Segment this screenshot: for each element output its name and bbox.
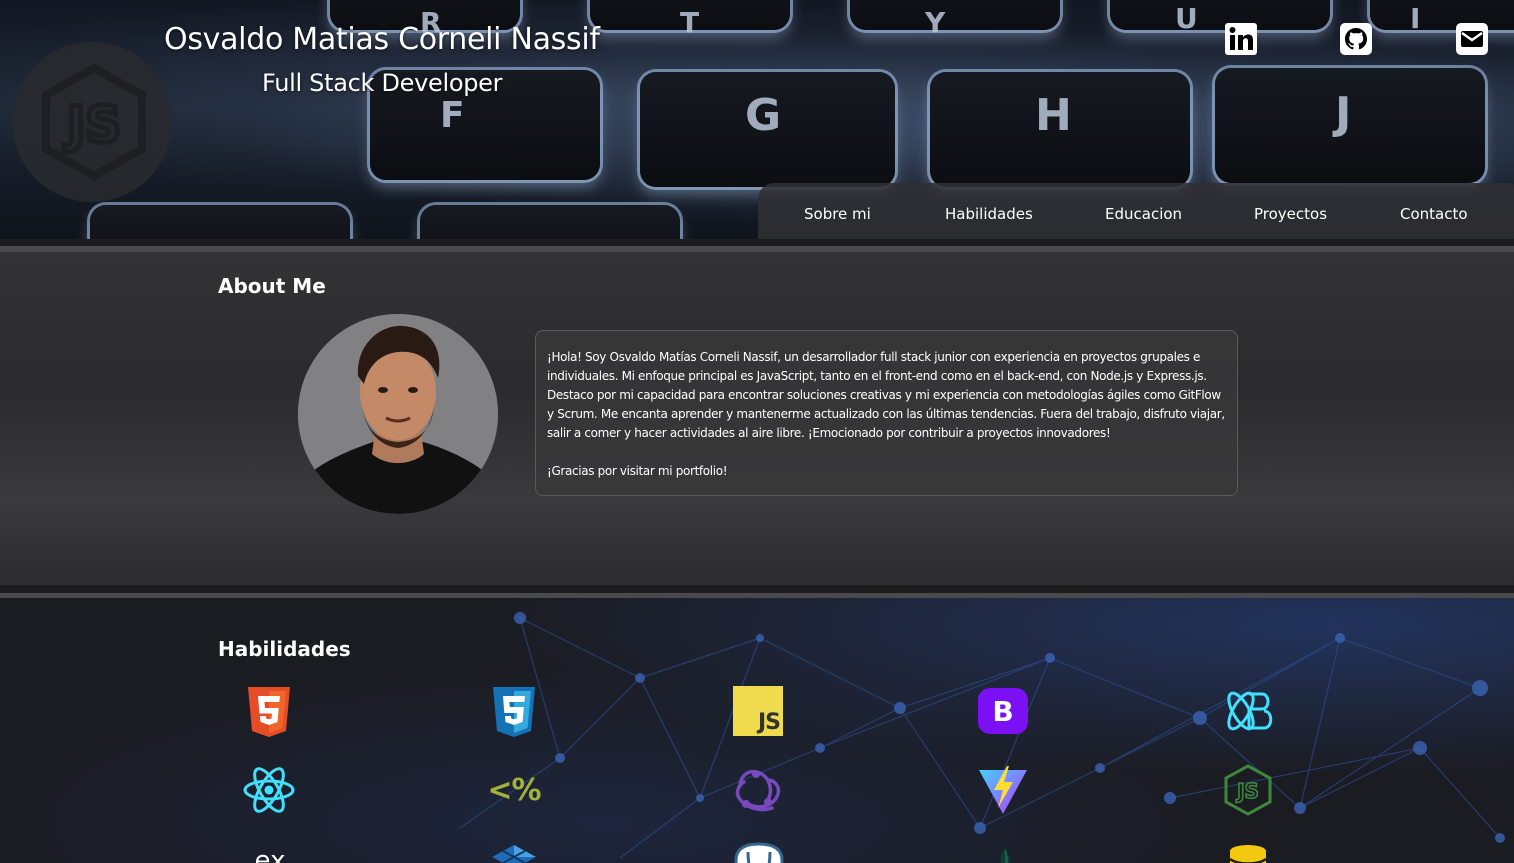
about-thanks: ¡Gracias por visitar mi portfolio!	[547, 464, 728, 478]
email-link[interactable]	[1455, 22, 1489, 56]
nav-item-educacion[interactable]: Educacion	[1105, 205, 1182, 223]
nav-item-contacto[interactable]: Contacto	[1400, 205, 1468, 223]
keyboard-key	[1110, 0, 1330, 30]
nodejs-logo-icon: JS	[42, 64, 146, 180]
key-letter: F	[440, 95, 465, 136]
react-bootstrap-icon	[1219, 684, 1277, 738]
css3-icon	[489, 686, 539, 738]
key-letter: I	[1410, 2, 1421, 35]
github-link[interactable]	[1339, 22, 1373, 56]
key-letter: G	[745, 90, 782, 141]
key-letter: U	[1175, 2, 1198, 35]
bootstrap-label: B	[992, 694, 1014, 728]
vite-icon	[977, 764, 1029, 816]
keyboard-key	[1370, 0, 1514, 30]
postgresql-icon	[730, 842, 788, 863]
keyboard-key	[90, 205, 350, 239]
keyboard-key	[850, 0, 1060, 30]
nodejs-icon: JS	[1222, 764, 1274, 816]
html5-icon	[244, 686, 294, 738]
keyboard-key	[420, 205, 680, 239]
express-icon: ex	[240, 848, 300, 863]
ejs-label: <%	[487, 772, 541, 808]
about-paragraph: ¡Hola! Soy Osvaldo Matías Corneli Nassif…	[547, 350, 1225, 440]
database-icon	[1228, 844, 1268, 863]
react-icon	[242, 765, 296, 815]
nav-item-sobre-mi[interactable]: Sobre mi	[804, 205, 871, 223]
about-description-box: ¡Hola! Soy Osvaldo Matías Corneli Nassif…	[535, 330, 1238, 496]
linkedin-icon	[1225, 23, 1257, 55]
ejs-icon: <%	[486, 770, 542, 810]
email-icon	[1456, 23, 1488, 55]
express-label: ex	[254, 848, 286, 863]
nav-item-habilidades[interactable]: Habilidades	[945, 205, 1033, 223]
github-icon	[1340, 23, 1372, 55]
mongodb-icon	[995, 846, 1015, 863]
sequelize-icon	[488, 843, 540, 863]
about-title: About Me	[218, 274, 326, 298]
nav-item-proyectos[interactable]: Proyectos	[1254, 205, 1327, 223]
header-banner: R T Y U I F G H J JS Osvaldo Matias Corn…	[0, 0, 1514, 239]
bootstrap-icon: B	[974, 686, 1032, 736]
javascript-label: JS	[757, 710, 781, 735]
key-letter: J	[1335, 88, 1352, 139]
svg-text:JS: JS	[1235, 779, 1259, 803]
profile-photo-image	[298, 314, 498, 514]
linkedin-link[interactable]	[1224, 22, 1258, 56]
svg-text:JS: JS	[64, 96, 122, 154]
skills-title: Habilidades	[218, 637, 351, 661]
site-owner-role: Full Stack Developer	[262, 69, 503, 97]
key-letter: T	[680, 6, 700, 39]
main-navigation: Sobre mi Habilidades Educacion Proyectos…	[758, 183, 1514, 239]
key-letter: H	[1035, 90, 1072, 141]
key-letter: Y	[925, 6, 946, 39]
javascript-icon: JS	[733, 686, 783, 736]
redux-icon	[730, 764, 788, 816]
site-owner-name: Osvaldo Matias Corneli Nassif	[164, 22, 600, 57]
profile-photo	[298, 314, 498, 514]
